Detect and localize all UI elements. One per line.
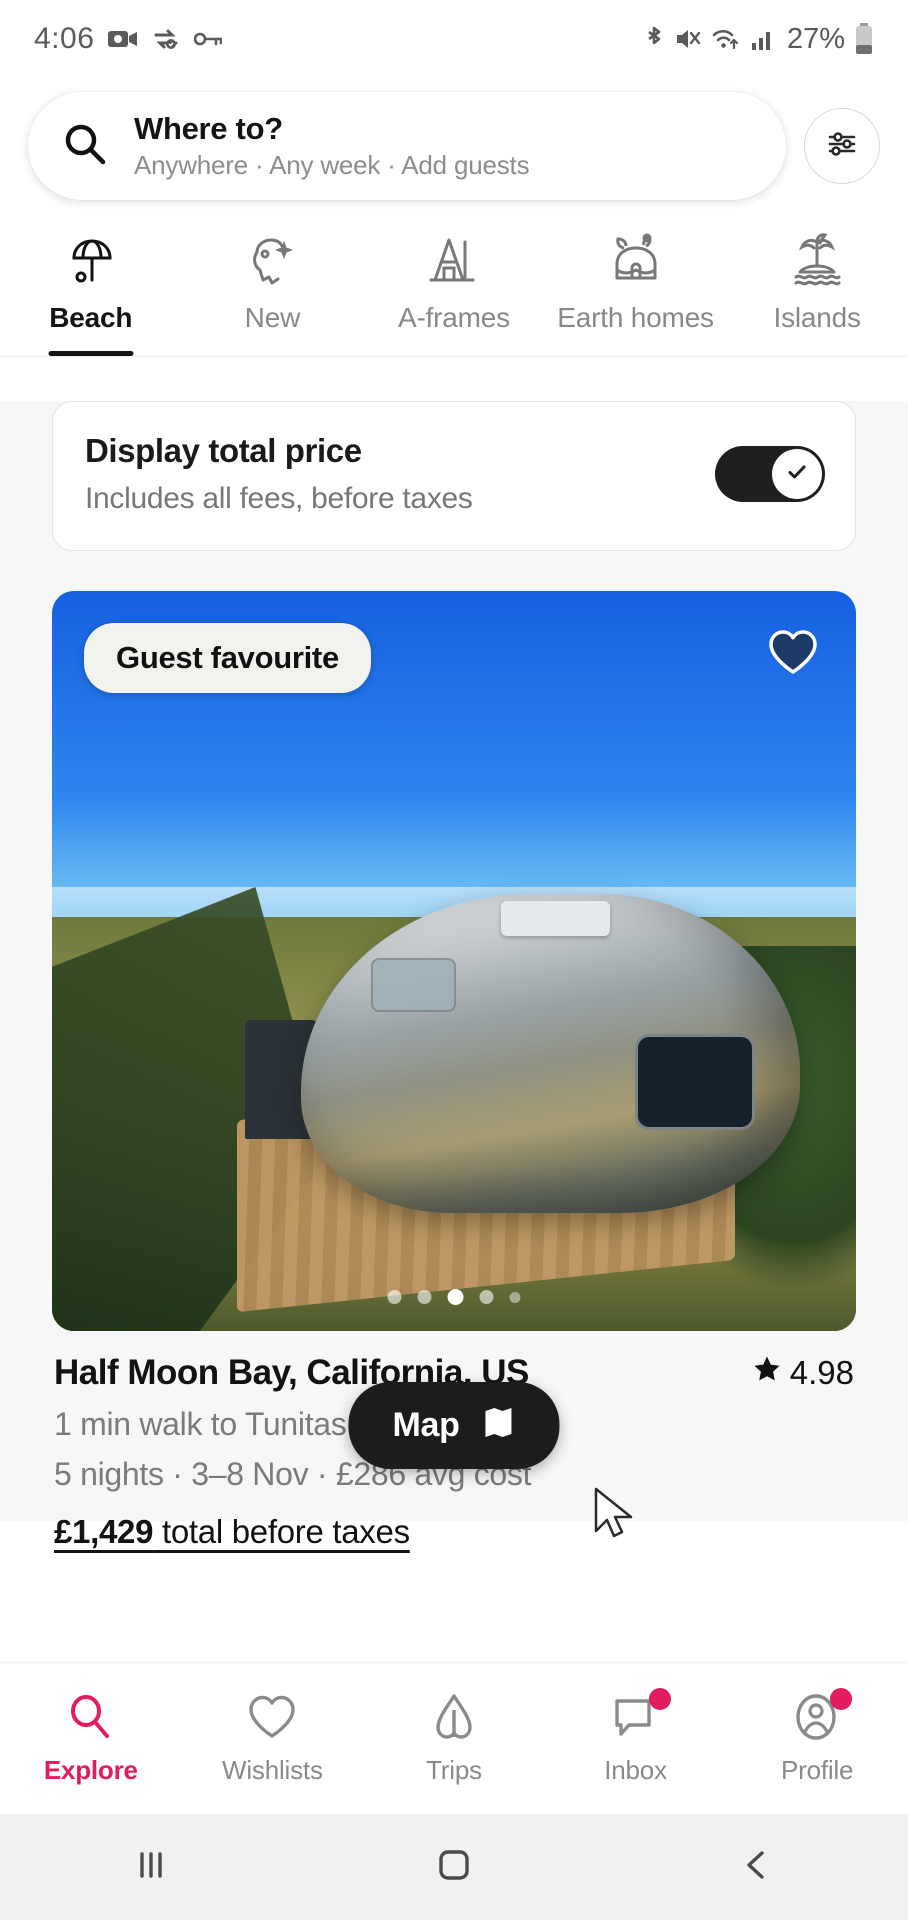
status-bar-right: 27% [643,23,874,56]
nav-item-explore[interactable]: Explore [0,1691,182,1786]
display-total-price-card[interactable]: Display total price Includes all fees, b… [52,401,856,551]
sparkle-new-icon [243,228,301,290]
filter-button[interactable] [804,108,880,184]
listing-price[interactable]: £1,429 total before taxes [54,1513,854,1551]
carousel-dot-active[interactable] [447,1289,464,1305]
airbnb-bellhop-icon [431,1691,477,1743]
recents-icon [129,1848,173,1887]
nav-label: Trips [426,1755,482,1785]
status-bar: 4:06 27% [0,0,908,78]
nav-label: Wishlists [222,1755,323,1785]
category-tab-earth-homes[interactable]: Earth homes [545,228,727,356]
battery-icon [854,23,874,55]
content-area: Display total price Includes all fees, b… [0,401,908,1550]
map-icon [482,1404,516,1447]
user-circle-icon [792,1688,853,1743]
listing-rating: 4.98 [752,1354,854,1392]
category-label: A-frames [397,302,510,333]
carousel-dot[interactable] [417,1290,432,1304]
carousel-dot[interactable] [479,1290,494,1304]
recents-button[interactable] [0,1848,303,1887]
category-tab-a-frames[interactable]: A-frames [363,228,545,356]
nav-item-wishlists[interactable]: Wishlists [182,1691,364,1786]
map-pill-label: Map [392,1406,460,1444]
android-system-bar [0,1814,908,1920]
wifi-icon [711,26,741,52]
category-tab-islands[interactable]: Islands [726,228,908,356]
carousel-dot[interactable] [387,1290,402,1304]
display-total-price-toggle[interactable] [715,446,825,502]
listing-price-suffix: total before taxes [153,1513,410,1550]
nav-label: Inbox [604,1755,667,1785]
inbox-badge-dot [648,1688,671,1710]
battery-percent: 27% [786,22,845,55]
photo-carousel-dots[interactable] [387,1289,521,1305]
map-toggle-button[interactable]: Map [348,1382,560,1469]
vpn-key-icon [194,31,223,47]
category-tab-beach[interactable]: Beach [0,228,182,356]
category-label: Beach [49,302,133,333]
nav-label: Profile [781,1755,854,1785]
nav-item-profile[interactable]: Profile [726,1688,908,1786]
home-button[interactable] [303,1845,606,1890]
trailer-roof-vent [500,900,611,936]
favourite-button[interactable] [766,627,820,682]
cellular-signal-icon [750,26,776,52]
category-tab-new[interactable]: New [182,228,364,356]
mute-icon [674,26,702,52]
star-icon [752,1354,782,1392]
back-button[interactable] [605,1845,908,1890]
price-card-subtitle: Includes all fees, before taxes [85,482,473,515]
nav-item-trips[interactable]: Trips [363,1691,545,1786]
price-card-texts: Display total price Includes all fees, b… [85,432,473,516]
island-palm-icon [788,228,846,290]
check-icon [783,458,811,491]
search-subtitle: Anywhere · Any week · Add guests [134,150,530,180]
category-label: Islands [773,302,862,333]
trailer-small-window [371,958,456,1013]
search-text: Where to? Anywhere · Any week · Add gues… [134,111,530,181]
bluetooth-icon [643,24,665,54]
profile-badge-dot [830,1688,853,1710]
search-row: Where to? Anywhere · Any week · Add gues… [0,78,908,218]
mouse-cursor [592,1487,638,1550]
search-icon [66,1691,116,1743]
price-card-title: Display total price [85,432,362,469]
earth-home-icon [607,228,665,290]
status-time: 4:06 [34,22,95,55]
nav-label: Explore [43,1755,138,1785]
data-saver-icon [152,27,180,51]
heart-outline-icon [247,1691,297,1743]
category-tabs: Beach New A-frames Earth homes Islands [0,218,908,357]
phone-screen: 4:06 27% Where to? Anywhere · Any week ·… [0,0,908,1920]
nav-item-inbox[interactable]: Inbox [545,1688,727,1786]
toggle-knob [772,449,822,499]
guest-favourite-badge: Guest favourite [84,623,371,693]
trailer-window [635,1034,755,1130]
beach-umbrella-icon [62,228,120,290]
search-input[interactable]: Where to? Anywhere · Any week · Add gues… [28,92,786,200]
search-icon [62,121,108,172]
heart-icon [766,630,820,681]
search-title: Where to? [134,111,283,146]
a-frame-house-icon [425,228,483,290]
home-square-icon [434,1845,474,1890]
listing-price-amount: £1,429 [54,1513,154,1550]
category-label: Earth homes [557,302,714,333]
filter-sliders-icon [823,125,861,168]
video-camera-icon [108,28,138,50]
back-chevron-icon [737,1845,777,1890]
category-label: New [244,302,301,333]
bottom-navigation: Explore Wishlists Trips Inbox Profile [0,1662,908,1814]
message-bubble-icon [611,1688,671,1743]
listing-photo[interactable]: Guest favourite [52,591,856,1331]
carousel-dot[interactable] [509,1291,521,1303]
status-bar-left: 4:06 [34,22,223,56]
listing-rating-value: 4.98 [789,1354,854,1391]
